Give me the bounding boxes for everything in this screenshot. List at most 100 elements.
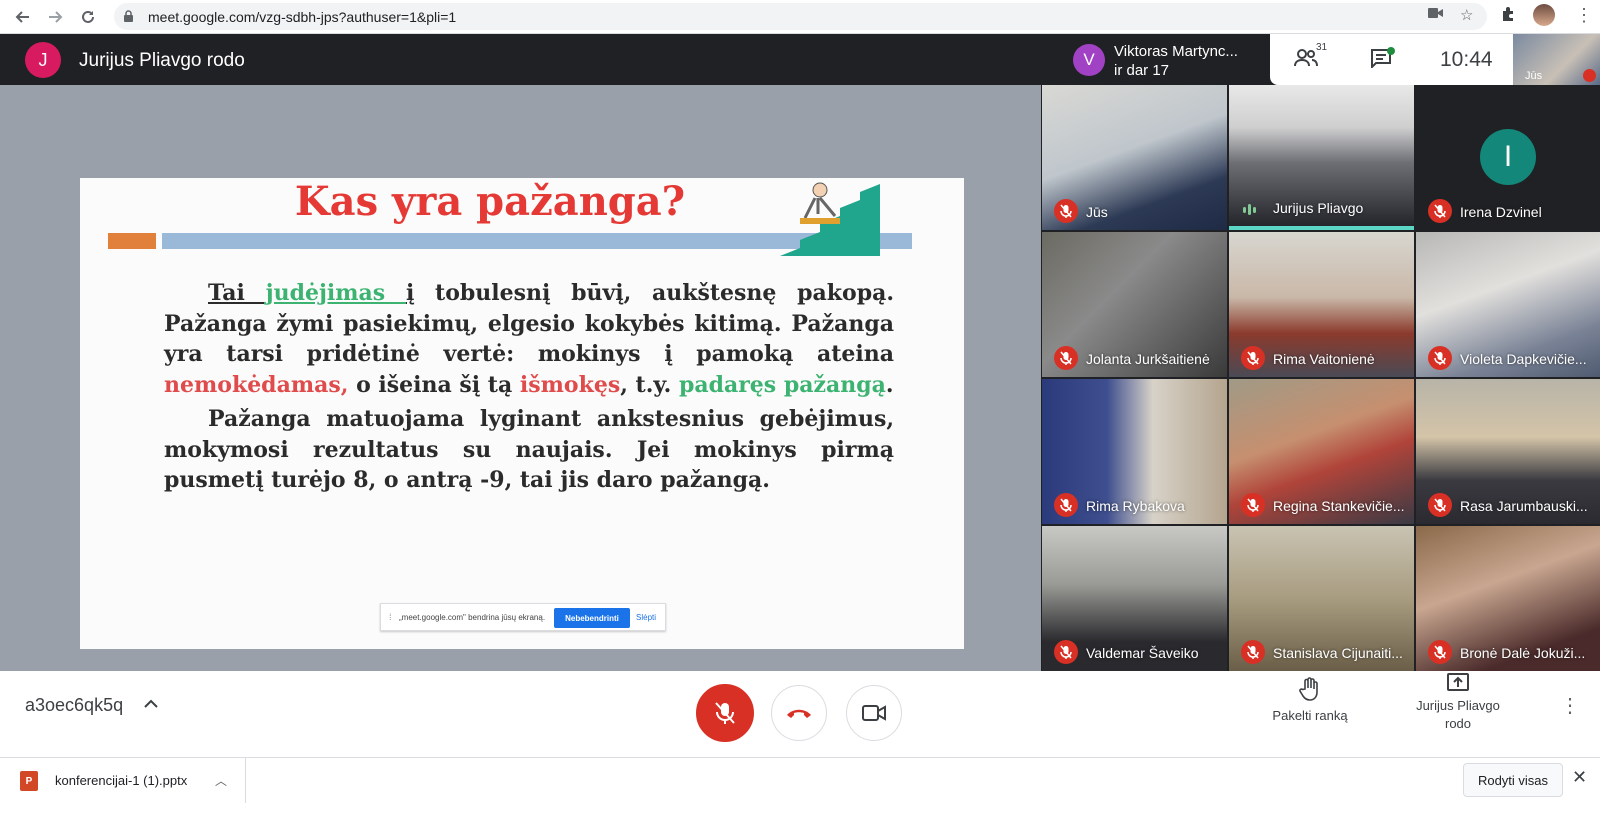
presenting-label-line1: Jurijus Pliavgo	[1416, 698, 1500, 713]
text-segment: , t.y.	[620, 371, 679, 398]
mic-toggle-button[interactable]	[696, 684, 754, 742]
mic-off-icon	[1241, 346, 1265, 370]
participant-tile[interactable]: Stanislava Cijunaiti...	[1229, 526, 1414, 671]
active-speaker: V Viktoras Martync... ir dar 17	[1070, 40, 1270, 82]
self-view-label: Jūs	[1525, 70, 1543, 82]
slide-body: Tai judėjimas į tobulesnį būvį, aukštesn…	[164, 278, 894, 496]
leave-call-button[interactable]	[771, 685, 827, 741]
participant-tile[interactable]: Jolanta Jurkšaitienė	[1042, 232, 1227, 377]
mic-off-icon	[1054, 346, 1078, 370]
chevron-up-icon[interactable]: ︿	[215, 772, 227, 789]
mic-off-icon	[1054, 640, 1078, 664]
participant-name: Rima Rybakova	[1086, 498, 1185, 514]
chevron-up-icon[interactable]	[143, 696, 159, 712]
people-count: 31	[1316, 42, 1328, 53]
screen-share-notice: ⁞ „meet.google.com" bendrina jūsų ekraną…	[380, 603, 666, 631]
participant-tile[interactable]: Rasa Jarumbauski...	[1416, 379, 1600, 524]
presenter-title: Jurijus Pliavgo rodo	[79, 50, 245, 71]
mic-off-icon	[1583, 69, 1596, 82]
hand-icon	[1299, 677, 1318, 701]
powerpoint-file-icon: P	[20, 771, 38, 791]
camera-blocked-icon[interactable]	[1428, 6, 1444, 23]
camera-toggle-button[interactable]	[846, 685, 902, 741]
download-shelf: P konferencijai-1 (1).pptx ︿ Rodyti visa…	[0, 757, 1600, 818]
meeting-code[interactable]: a3oec6qk5q	[25, 695, 123, 716]
slide-title: Kas yra pažanga?	[294, 178, 686, 225]
people-icon[interactable]	[1294, 48, 1318, 73]
self-view-thumbnail[interactable]: Jūs	[1513, 34, 1600, 85]
mic-off-icon	[1428, 346, 1452, 370]
mic-off-icon	[1241, 493, 1265, 517]
slide-paragraph-2: Pažanga matuojama lyginant ankstesnius g…	[164, 406, 894, 493]
text-segment: padaręs pažangą	[678, 371, 886, 398]
participant-tile[interactable]: Valdemar Šaveiko	[1042, 526, 1227, 671]
participant-tile[interactable]: Jurijus Pliavgo	[1229, 85, 1414, 230]
profile-avatar[interactable]	[1533, 4, 1555, 26]
participant-grid: Jūs Jurijus Pliavgo I Irena Dzvinel Jola…	[1041, 85, 1600, 671]
text-segment: nemokėdamas,	[164, 371, 349, 398]
address-bar[interactable]: meet.google.com/vzg-sdbh-jps?authuser=1&…	[114, 3, 1487, 30]
forward-icon[interactable]	[44, 5, 68, 29]
mic-off-icon	[1054, 493, 1078, 517]
participant-tile[interactable]: Rima Rybakova	[1042, 379, 1227, 524]
participant-tile[interactable]: Violeta Dapkevičie...	[1416, 232, 1600, 377]
participant-tile[interactable]: Regina Stankevičie...	[1229, 379, 1414, 524]
url-text: meet.google.com/vzg-sdbh-jps?authuser=1&…	[148, 9, 457, 25]
participant-avatar: I	[1480, 129, 1536, 185]
more-options-icon[interactable]: ⋮	[1560, 693, 1580, 718]
text-segment: išmokęs	[519, 371, 621, 398]
stairs-clipart-icon	[780, 182, 880, 256]
participant-name: Valdemar Šaveiko	[1086, 645, 1199, 661]
slide-accent-bar	[108, 233, 156, 249]
mic-off-icon	[1241, 640, 1265, 664]
slide-paragraph-1: Tai judėjimas į tobulesnį būvį, aukštesn…	[164, 278, 894, 400]
speaking-indicator-icon	[1243, 204, 1256, 215]
text-segment: judėjimas	[265, 280, 406, 306]
mic-off-icon	[1428, 640, 1452, 664]
participant-tile[interactable]: Rima Vaitonienė	[1229, 232, 1414, 377]
participant-name: Rima Vaitonienė	[1273, 351, 1375, 367]
divider	[245, 758, 246, 803]
text-segment: Tai	[208, 280, 266, 306]
presenting-button[interactable]: Jurijus Pliavgo rodo	[1403, 671, 1513, 739]
participant-name: Jurijus Pliavgo	[1273, 200, 1364, 216]
speaker-subtitle: ir dar 17	[1114, 62, 1170, 79]
presenting-label-line2: rodo	[1444, 716, 1472, 731]
show-all-button[interactable]: Rodyti visas	[1463, 763, 1563, 797]
participant-name: Jūs	[1086, 204, 1108, 220]
clock: 10:44	[1440, 48, 1493, 71]
mic-off-icon	[715, 702, 735, 724]
close-icon[interactable]: ✕	[1572, 767, 1587, 788]
participant-name: Bronė Dalė Jokuži...	[1460, 645, 1586, 661]
star-icon[interactable]: ☆	[1460, 6, 1473, 24]
hide-notice-link[interactable]: Slėpti	[636, 613, 656, 622]
mic-off-icon	[1428, 493, 1452, 517]
presenter-avatar: J	[25, 42, 61, 78]
meeting-info-card: 31 10:44	[1270, 34, 1513, 85]
back-icon[interactable]	[10, 5, 34, 29]
participant-name: Violeta Dapkevičie...	[1460, 351, 1587, 367]
raise-hand-button[interactable]: Pakelti ranką	[1255, 671, 1365, 739]
browser-menu-icon[interactable]: ⋮	[1575, 5, 1593, 26]
participant-tile[interactable]: Jūs	[1042, 85, 1227, 230]
participant-tile[interactable]: I Irena Dzvinel	[1416, 85, 1600, 230]
participant-name: Jolanta Jurkšaitienė	[1086, 351, 1210, 367]
hangup-icon	[787, 709, 811, 718]
drag-handle-icon[interactable]: ⁞	[389, 612, 392, 622]
meeting-controls: a3oec6qk5q Pakelti ranką Jurijus Pliavgo…	[0, 671, 1600, 742]
chat-notification-dot	[1387, 47, 1395, 55]
raise-hand-label: Pakelti ranką	[1272, 708, 1348, 723]
camera-icon	[862, 705, 886, 721]
stop-sharing-button[interactable]: Nebebendrinti	[554, 608, 630, 628]
speaker-name: Viktoras Martync...	[1114, 43, 1238, 60]
presentation-stage: Kas yra pažanga? Tai judėjimas į tobules…	[0, 85, 1041, 671]
speaker-avatar: V	[1073, 44, 1105, 76]
participant-name: Rasa Jarumbauski...	[1460, 498, 1588, 514]
lock-icon	[124, 10, 133, 22]
participant-tile[interactable]: Bronė Dalė Jokuži...	[1416, 526, 1600, 671]
extensions-icon[interactable]	[1500, 6, 1516, 26]
participant-name: Regina Stankevičie...	[1273, 498, 1405, 514]
mic-off-icon	[1428, 199, 1452, 223]
reload-icon[interactable]	[76, 5, 100, 29]
download-file-name[interactable]: konferencijai-1 (1).pptx	[55, 773, 187, 788]
